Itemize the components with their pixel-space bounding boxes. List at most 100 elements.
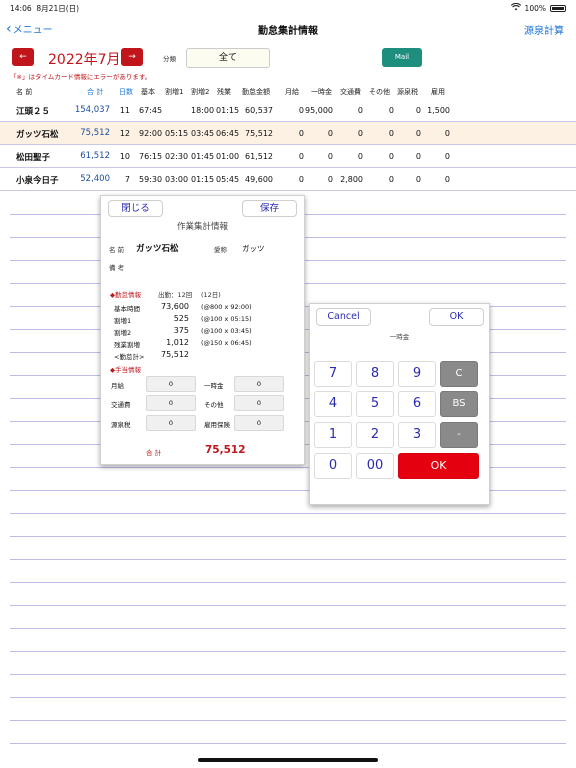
- table-row[interactable]: ガッツ石松 75,512 12 92:00 05:15 03:45 06:45 …: [0, 122, 576, 145]
- row-amount: 49,600: [245, 175, 273, 184]
- work-info-header: ◆勤怠情報: [110, 291, 141, 299]
- ruled-line: [10, 582, 566, 583]
- keypad-cancel-button[interactable]: Cancel: [316, 308, 371, 326]
- row-basic: 92:00: [139, 129, 163, 138]
- work-line-label: 割増2: [114, 329, 132, 337]
- alias-value: ガッツ: [242, 244, 265, 253]
- row-basic: 67:45: [139, 106, 163, 115]
- employment-insurance-label: 雇用保険: [204, 421, 230, 429]
- ruled-line: [10, 697, 566, 698]
- row-withholding: 0: [415, 129, 421, 138]
- ruled-line: [10, 605, 566, 606]
- attendance-count: 出勤：12回: [158, 291, 193, 299]
- row-days: 7: [124, 175, 130, 184]
- header-employment: 雇用: [431, 88, 445, 96]
- withholding-calc-button[interactable]: 源泉計算: [524, 22, 564, 37]
- battery-percent: 100%: [524, 3, 546, 13]
- withholding-field[interactable]: 0: [146, 415, 196, 431]
- row-name: 江頭２５: [16, 107, 51, 117]
- total-label: 合 計: [146, 449, 162, 457]
- category-select[interactable]: 全て: [186, 48, 270, 68]
- key-6[interactable]: 6: [398, 391, 436, 417]
- row-employment: 1,500: [427, 106, 450, 115]
- row-premium2: 03:45: [191, 129, 215, 138]
- key-9[interactable]: 9: [398, 361, 436, 387]
- row-salary: 0: [298, 175, 304, 184]
- keypad-field-label: 一時金: [389, 333, 410, 341]
- row-withholding: 0: [415, 106, 421, 115]
- work-line-amount: 525: [173, 314, 189, 323]
- row-overtime: 05:45: [216, 175, 240, 184]
- category-label: 分類: [163, 55, 176, 63]
- row-other: 0: [388, 106, 394, 115]
- ruled-line: [10, 743, 566, 744]
- ruled-line: [10, 720, 566, 721]
- ruled-line: [10, 674, 566, 675]
- ruled-line: [10, 628, 566, 629]
- work-line-label: 割増1: [114, 317, 132, 325]
- status-time: 14:06 8月21日(日): [10, 4, 80, 13]
- key-4[interactable]: 4: [314, 391, 352, 417]
- row-premium2: 01:45: [191, 152, 215, 161]
- close-button[interactable]: 閉じる: [108, 200, 163, 217]
- bonus-field[interactable]: 0: [234, 376, 284, 392]
- row-other: 0: [388, 175, 394, 184]
- key-backspace[interactable]: BS: [440, 391, 478, 417]
- row-premium2: 18:00: [191, 106, 215, 115]
- key-1[interactable]: 1: [314, 422, 352, 448]
- key-clear[interactable]: C: [440, 361, 478, 387]
- key-ok[interactable]: OK: [398, 453, 479, 479]
- name-label: 名 前: [109, 246, 125, 254]
- work-line-label: 基本時間: [114, 305, 140, 313]
- ruled-line: [10, 513, 566, 514]
- key-5[interactable]: 5: [356, 391, 394, 417]
- header-premium2: 割増2: [191, 88, 210, 96]
- status-right: 100%: [510, 2, 566, 13]
- key-3[interactable]: 3: [398, 422, 436, 448]
- ruled-line: [10, 651, 566, 652]
- key-2[interactable]: 2: [356, 422, 394, 448]
- salary-field[interactable]: 0: [146, 376, 196, 392]
- row-amount: 75,512: [245, 129, 273, 138]
- work-line-amount: 1,012: [166, 338, 189, 347]
- next-month-button[interactable]: →: [121, 48, 143, 66]
- row-overtime: 06:45: [216, 129, 240, 138]
- page-title: 勤怠集計情報: [258, 26, 318, 37]
- row-employment: 0: [444, 175, 450, 184]
- row-days: 12: [119, 129, 130, 138]
- mail-button[interactable]: Mail: [382, 48, 422, 67]
- row-basic: 59:30: [139, 175, 163, 184]
- key-minus[interactable]: -: [440, 422, 478, 448]
- key-8[interactable]: 8: [356, 361, 394, 387]
- header-days: 日数: [119, 88, 133, 96]
- work-line-calc: (@150 x 06:45): [201, 339, 252, 347]
- header-bonus: 一時金: [311, 88, 332, 96]
- row-transport: 0: [357, 129, 363, 138]
- keypad-ok-button[interactable]: OK: [429, 308, 484, 326]
- panel-title: 作業集計情報: [176, 222, 228, 232]
- header-transport: 交通費: [340, 88, 361, 96]
- row-name: 松田聖子: [16, 153, 51, 163]
- key-7[interactable]: 7: [314, 361, 352, 387]
- table-row[interactable]: 松田聖子 61,512 10 76:15 02:30 01:45 01:00 6…: [0, 145, 576, 168]
- table-row[interactable]: 小泉今日子 52,400 7 59:30 03:00 01:15 05:45 4…: [0, 168, 576, 191]
- other-field[interactable]: 0: [234, 395, 284, 411]
- transport-field[interactable]: 0: [146, 395, 196, 411]
- row-employment: 0: [444, 152, 450, 161]
- row-other: 0: [388, 129, 394, 138]
- row-transport: 0: [357, 152, 363, 161]
- row-bonus: 0: [327, 129, 333, 138]
- row-withholding: 0: [415, 152, 421, 161]
- withholding-label: 源泉税: [111, 421, 131, 429]
- table-row[interactable]: 江頭２５ 154,037 11 67:45 18:00 01:15 60,537…: [0, 99, 576, 122]
- error-note: 「※」はタイムカード情報にエラーがあります。: [10, 73, 152, 81]
- total-value: 75,512: [205, 444, 246, 456]
- ruled-line: [10, 536, 566, 537]
- row-premium2: 01:15: [191, 175, 215, 184]
- prev-month-button[interactable]: ←: [12, 48, 34, 66]
- employment-insurance-field[interactable]: 0: [234, 415, 284, 431]
- key-00[interactable]: 00: [356, 453, 394, 479]
- save-button[interactable]: 保存: [242, 200, 297, 217]
- row-bonus: 0: [327, 175, 333, 184]
- key-0[interactable]: 0: [314, 453, 352, 479]
